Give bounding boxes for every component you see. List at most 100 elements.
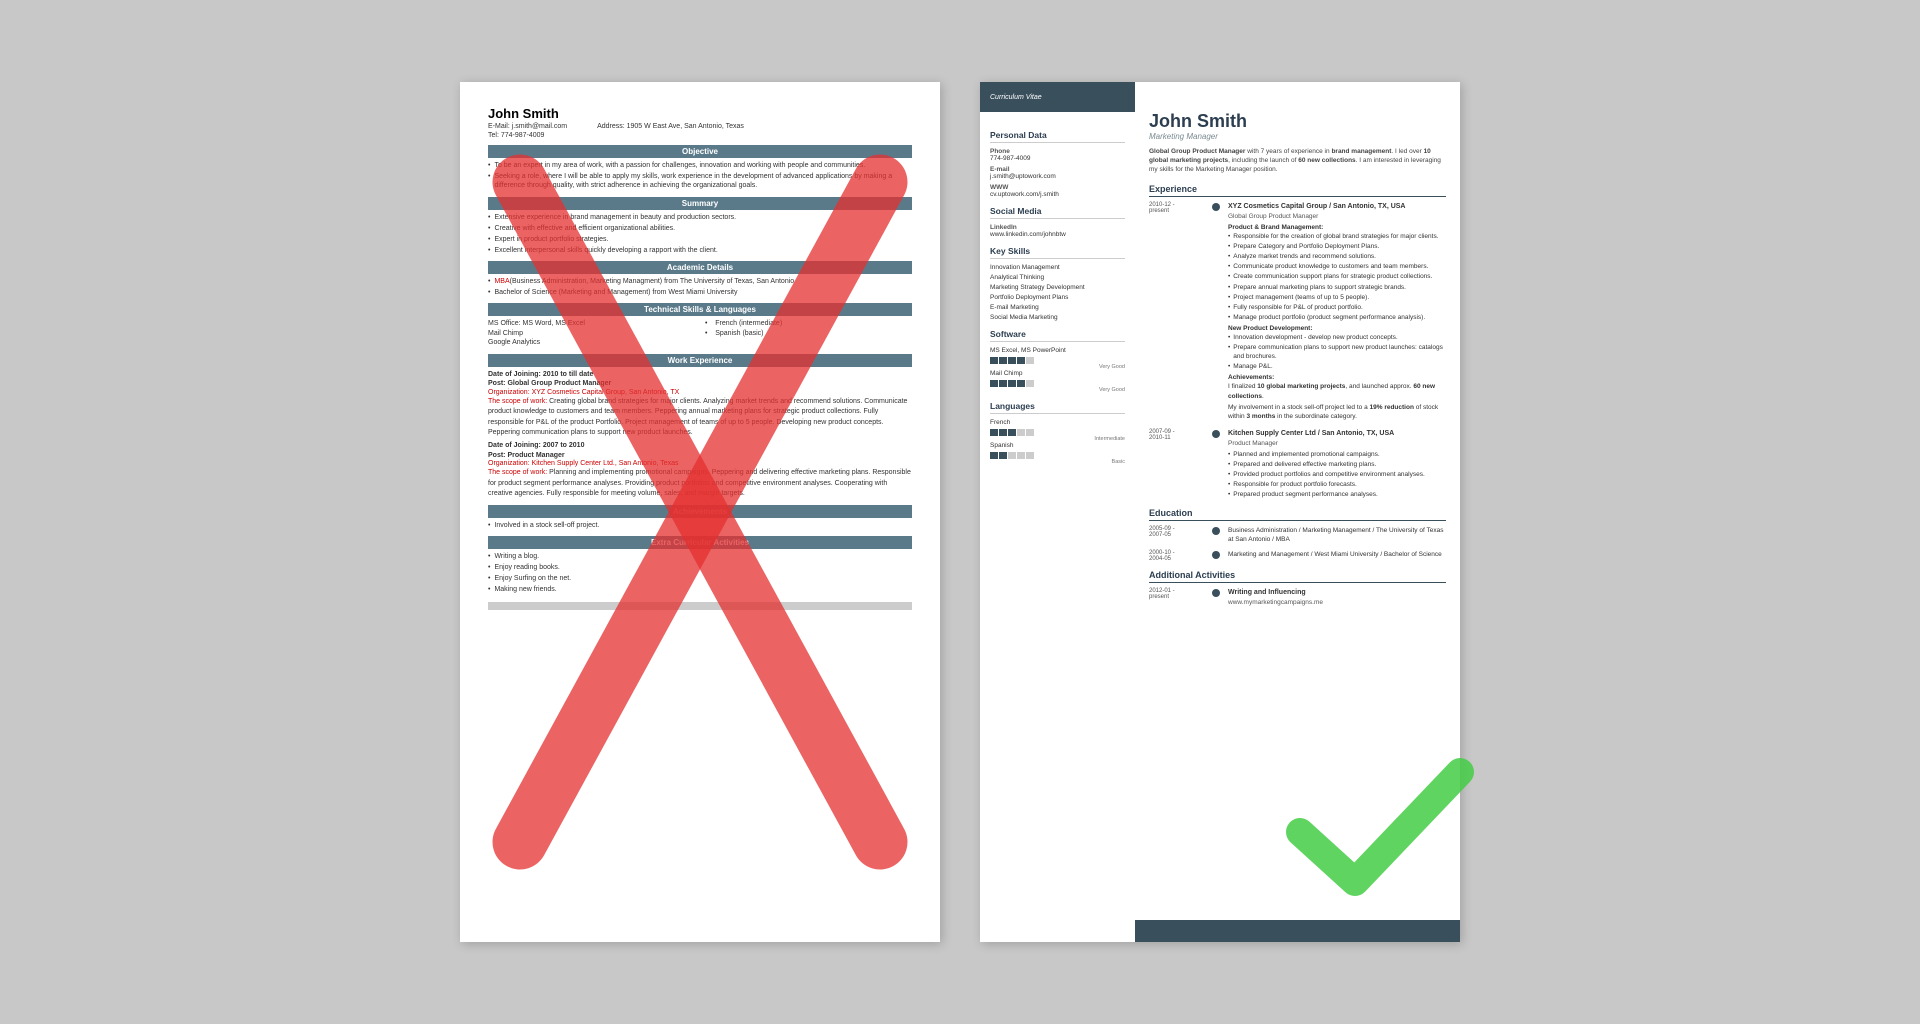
additional-header: Additional Activities bbox=[1149, 570, 1446, 583]
exp-2-company: Kitchen Supply Center Ltd / San Antonio,… bbox=[1228, 429, 1446, 439]
additional-entry-1: 2012-01 -present Writing and Influencing… bbox=[1149, 588, 1446, 607]
software-mc: Mail Chimp bbox=[990, 370, 1125, 377]
exp-2-dates: 2007-09 -2010-11 bbox=[1149, 429, 1204, 500]
bar-block bbox=[990, 357, 998, 364]
left-extra-3: Enjoy Surfing on the net. bbox=[488, 574, 912, 583]
right-resume-paper: Curriculum Vitae Personal Data Phone 774… bbox=[980, 82, 1460, 942]
sidebar-top-bar: Curriculum Vitae bbox=[980, 82, 1135, 112]
skill-2: Mail Chimp bbox=[488, 329, 695, 338]
edu-2-dot bbox=[1212, 551, 1220, 559]
exp-1-subsec3: Achievements: bbox=[1228, 373, 1446, 382]
left-sum-3: Expert in product portfolio strategies. bbox=[488, 235, 912, 244]
left-skills-col1: MS Office: MS Word, MS Excel Mail Chimp … bbox=[488, 319, 695, 347]
software-ms-bar bbox=[990, 357, 1125, 364]
left-extra-1: Writing a blog. bbox=[488, 552, 912, 561]
bar-block bbox=[999, 380, 1007, 387]
bar-block bbox=[1008, 429, 1016, 436]
edu-1-dates: 2005-09 -2007-05 bbox=[1149, 526, 1204, 544]
bar-block-empty bbox=[1026, 380, 1034, 387]
left-resume-contact: E-Mail: j.smith@mail.com Address: 1905 W… bbox=[488, 123, 912, 130]
bar-block-empty bbox=[1008, 452, 1016, 459]
left-achievements-header: Achievements bbox=[488, 505, 912, 518]
experience-header: Experience bbox=[1149, 184, 1446, 197]
email-label: E-mail bbox=[990, 166, 1125, 173]
email-value: j.smith@uptowork.com bbox=[990, 173, 1125, 180]
left-work-2-org: Organization: Kitchen Supply Center Ltd.… bbox=[488, 460, 912, 467]
add-1-detail: www.mymarketingcampaigns.me bbox=[1228, 598, 1446, 607]
edu-entry-2: 2000-10 -2004-05 Marketing and Managemen… bbox=[1149, 550, 1446, 562]
exp-2-dot bbox=[1212, 430, 1220, 438]
exp-entry-1: 2010-12 -present XYZ Cosmetics Capital G… bbox=[1149, 202, 1446, 423]
exp-1-dot bbox=[1212, 203, 1220, 211]
edu-entry-1: 2005-09 -2007-05 Business Administration… bbox=[1149, 526, 1446, 544]
left-work-2-joining: Date of Joining: 2007 to 2010 bbox=[488, 441, 912, 450]
left-extra-2: Enjoy reading books. bbox=[488, 563, 912, 572]
bar-block-empty bbox=[1017, 429, 1025, 436]
left-academic-header: Academic Details bbox=[488, 261, 912, 274]
phone-value: 774-987-4009 bbox=[990, 155, 1125, 162]
exp-entry-2: 2007-09 -2010-11 Kitchen Supply Center L… bbox=[1149, 429, 1446, 500]
personal-data-title: Personal Data bbox=[990, 130, 1125, 143]
left-resume-container: John Smith E-Mail: j.smith@mail.com Addr… bbox=[460, 82, 940, 942]
bar-block bbox=[990, 380, 998, 387]
skill-1: MS Office: MS Word, MS Excel bbox=[488, 319, 695, 328]
bar-block bbox=[999, 429, 1007, 436]
exp-1-company: XYZ Cosmetics Capital Group / San Antoni… bbox=[1228, 202, 1446, 212]
exp-1-role: Global Group Product Manager bbox=[1228, 212, 1446, 221]
left-work-1-scope-label: The scope of work: bbox=[488, 398, 549, 405]
left-work-1-scope: Creating global brand strategies for maj… bbox=[488, 398, 907, 436]
skill-4: • French (intermediate) bbox=[705, 319, 912, 328]
left-work-2-scope: Planning and implementing promotional ca… bbox=[488, 469, 911, 497]
edu-2-dates: 2000-10 -2004-05 bbox=[1149, 550, 1204, 562]
exp-1-b7: Project management (teams of up to 5 peo… bbox=[1228, 293, 1446, 302]
lang-spanish: Spanish bbox=[990, 442, 1125, 449]
right-resume-main: John Smith Marketing Manager Global Grou… bbox=[1135, 82, 1460, 942]
edu-1-content: Business Administration / Marketing Mana… bbox=[1228, 526, 1446, 544]
left-ach-1: Involved in a stock sell-off project. bbox=[488, 521, 912, 530]
exp-1-ach2: My involvement in a stock sell-off proje… bbox=[1228, 403, 1446, 421]
exp-2-content: Kitchen Supply Center Ltd / San Antonio,… bbox=[1228, 429, 1446, 500]
education-header: Education bbox=[1149, 508, 1446, 521]
exp-1-b4: Communicate product knowledge to custome… bbox=[1228, 262, 1446, 271]
left-skills-col2: • French (intermediate) • Spanish (basic… bbox=[705, 319, 912, 347]
left-technical-header: Technical Skills & Languages bbox=[488, 303, 912, 316]
left-extra-4: Making new friends. bbox=[488, 585, 912, 594]
exp-1-content: XYZ Cosmetics Capital Group / San Antoni… bbox=[1228, 202, 1446, 423]
bar-block bbox=[999, 452, 1007, 459]
cv-label: Curriculum Vitae bbox=[990, 94, 1042, 101]
left-sum-4: Excellent interpersonal skills quickly d… bbox=[488, 246, 912, 255]
exp-1-b8: Fully responsible for P&L of product por… bbox=[1228, 303, 1446, 312]
exp-1-b3: Analyze market trends and recommend solu… bbox=[1228, 252, 1446, 261]
exp-1-b9: Manage product portfolio (product segmen… bbox=[1228, 313, 1446, 322]
add-1-dot bbox=[1212, 589, 1220, 597]
skill-item-4: Portfolio Deployment Plans bbox=[990, 294, 1125, 301]
right-resume-intro: Global Group Product Manager with 7 year… bbox=[1149, 147, 1446, 174]
left-work-1-joining: Date of Joining: 2010 to till date bbox=[488, 370, 912, 379]
exp-1-b6: Prepare annual marketing plans to suppor… bbox=[1228, 283, 1446, 292]
skill-item-2: Analytical Thinking bbox=[990, 274, 1125, 281]
left-tel: Tel: 774-987-4009 bbox=[488, 132, 912, 139]
bar-block bbox=[999, 357, 1007, 364]
left-work-entry-2: Date of Joining: 2007 to 2010 Post: Prod… bbox=[488, 441, 912, 498]
left-obj-2: Seeking a role, where I will be able to … bbox=[488, 172, 912, 191]
software-ms: MS Excel, MS PowerPoint bbox=[990, 347, 1125, 354]
left-sum-2: Creative with effective and efficient or… bbox=[488, 224, 912, 233]
exp-1-b1: Responsible for the creation of global b… bbox=[1228, 232, 1446, 241]
left-skills-cols: MS Office: MS Word, MS Excel Mail Chimp … bbox=[488, 319, 912, 347]
linkedin-value: www.linkedin.com/johnbtw bbox=[990, 231, 1125, 238]
bar-block bbox=[990, 429, 998, 436]
skill-item-3: Marketing Strategy Development bbox=[990, 284, 1125, 291]
exp-1-subsec1: Product & Brand Management: bbox=[1228, 223, 1446, 232]
skill-item-5: E-mail Marketing bbox=[990, 304, 1125, 311]
software-mc-level: Very Good bbox=[990, 387, 1125, 393]
exp-1-b5: Create communication support plans for s… bbox=[1228, 272, 1446, 281]
exp-1-b2: Prepare Category and Portfolio Deploymen… bbox=[1228, 242, 1446, 251]
bar-block-empty bbox=[1026, 452, 1034, 459]
add-1-dates: 2012-01 -present bbox=[1149, 588, 1204, 607]
exp-2-b5: Prepared product segment performance ana… bbox=[1228, 490, 1446, 499]
skill-5: • Spanish (basic) bbox=[705, 329, 912, 338]
exp-1-npd1: Innovation development - develop new pro… bbox=[1228, 333, 1446, 342]
left-work-2-scope-label: The scope of work: bbox=[488, 469, 549, 476]
left-work-1-post: Post: Global Group Product Manager bbox=[488, 379, 912, 388]
left-email: E-Mail: j.smith@mail.com bbox=[488, 123, 567, 130]
